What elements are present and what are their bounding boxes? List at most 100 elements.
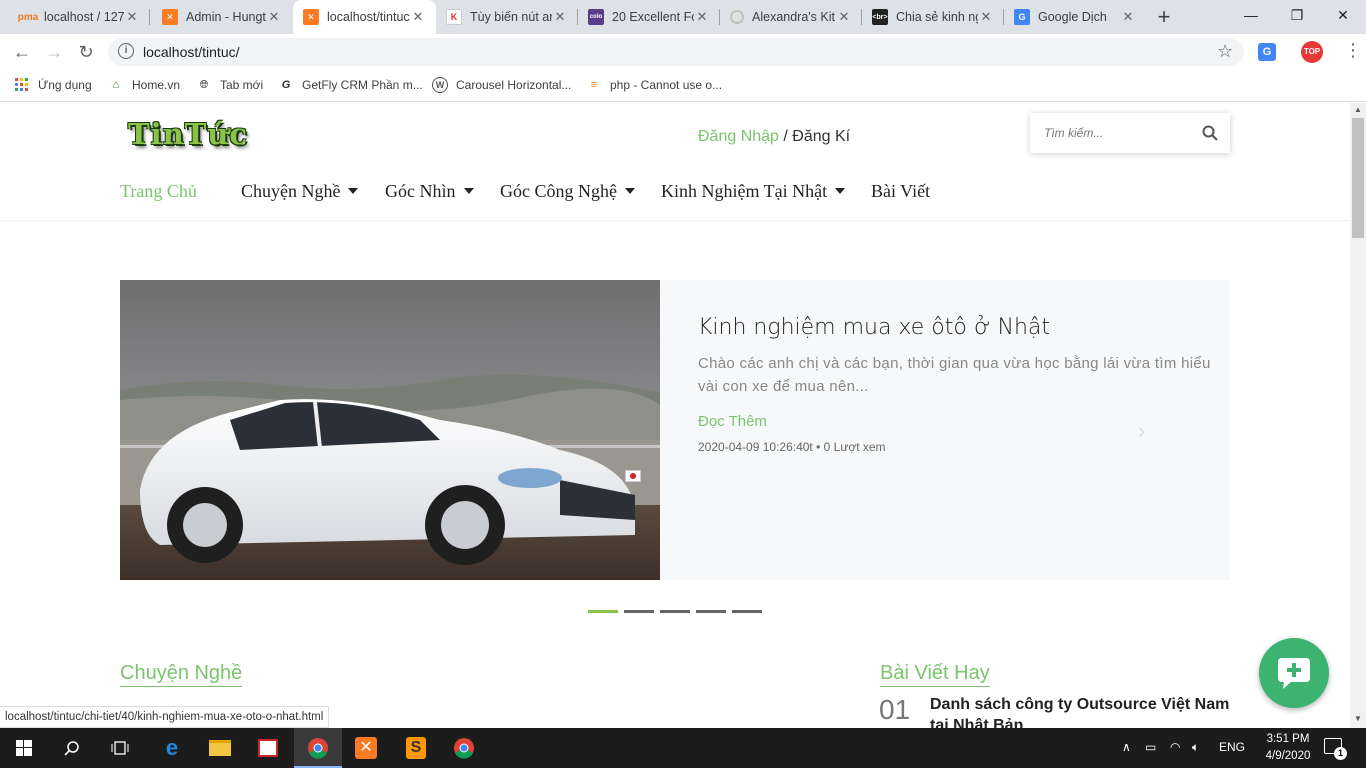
register-link[interactable]: Đăng Kí [792, 128, 850, 145]
taskbar-xampp[interactable]: ✕ [342, 728, 390, 768]
xampp-icon: ✕ [162, 9, 178, 25]
close-tab-icon[interactable]: ✕ [266, 9, 282, 25]
slide-title[interactable]: Kinh nghiệm mua xe ôtô ở Nhật [698, 315, 1050, 340]
login-link[interactable]: Đăng Nhập [698, 128, 779, 145]
taskbar-edge[interactable]: e [148, 728, 196, 768]
search-icon [64, 741, 79, 756]
nav-kinh-nghiem[interactable]: Kinh Nghiệm Tại Nhật [661, 181, 846, 202]
globe-icon: 🌐︎ [199, 78, 209, 91]
star-icon[interactable]: ☆ [1217, 41, 1233, 62]
section-title-chuyen-nghe[interactable]: Chuyện Nghề [120, 662, 243, 687]
notification-badge: 1 [1334, 747, 1347, 760]
show-hidden-icons-button[interactable]: ∧ [1122, 740, 1131, 754]
chat-button[interactable] [1259, 638, 1329, 708]
close-tab-icon[interactable]: ✕ [978, 9, 994, 25]
caret-down-icon [624, 188, 635, 194]
slider-next-icon[interactable]: › [1138, 418, 1145, 444]
bookmark-tab-moi[interactable]: 🌐︎ Tab mới [196, 76, 264, 94]
info-icon[interactable]: i [118, 43, 134, 59]
taskbar-chrome-active[interactable] [294, 728, 342, 768]
bookmark-red-icon: K [446, 9, 462, 25]
taskbar-search-button[interactable] [48, 728, 96, 768]
tab-phpmyadmin[interactable]: pma localhost / 127.0.0.1 ✕ [10, 0, 150, 34]
phpmyadmin-icon: pma [17, 11, 39, 23]
tab-20-excellent[interactable]: colo 20 Excellent Fo ✕ [578, 0, 720, 34]
close-tab-icon[interactable]: ✕ [836, 9, 852, 25]
google-translate-icon: G [1014, 9, 1030, 25]
scroll-down-icon[interactable]: ▼ [1354, 714, 1362, 723]
scroll-up-icon[interactable]: ▲ [1354, 105, 1362, 114]
url-text[interactable]: localhost/tintuc/ [143, 44, 240, 60]
slide-image[interactable] [120, 280, 660, 580]
caret-down-icon [835, 188, 846, 194]
address-bar[interactable] [108, 38, 1244, 66]
taskbar-snipping[interactable] [244, 728, 292, 768]
apps-grid-icon [14, 77, 30, 93]
slide-description: Chào các anh chị và các bạn, thời gian q… [698, 355, 1211, 395]
nav-chuyen-nghe[interactable]: Chuyện Nghề [241, 181, 359, 202]
nav-goc-cong-nghe[interactable]: Góc Công Nghệ [500, 181, 635, 202]
task-view-button[interactable] [96, 728, 144, 768]
section-title-bai-viet-hay[interactable]: Bài Viết Hay [880, 662, 990, 687]
bookmark-php[interactable]: ≡ php - Cannot use o... [586, 76, 722, 94]
caret-down-icon [463, 188, 474, 194]
bookmark-home-vn[interactable]: ⌂ Home.vn [108, 76, 180, 94]
xampp-icon: ✕ [355, 737, 377, 759]
read-more-link[interactable]: Đọc Thêm [698, 413, 767, 430]
taskbar-chrome[interactable] [440, 728, 488, 768]
scrollbar-thumb[interactable] [1352, 118, 1364, 238]
close-tab-icon[interactable]: ✕ [552, 9, 568, 25]
nav-home[interactable]: Trang Chủ [120, 181, 197, 202]
volume-icon[interactable]: 🔈︎ [1192, 740, 1199, 755]
taskbar-clock[interactable]: 3:51 PM 4/9/2020 [1253, 731, 1323, 765]
tab-chia-se[interactable]: <br> Chia sẻ kinh ng ✕ [862, 0, 1004, 34]
tab-admin[interactable]: ✕ Admin - Hungtiny ✕ [152, 0, 292, 34]
bookmark-getfly[interactable]: G GetFly CRM Phần m... [278, 76, 423, 94]
reload-button[interactable]: ↻ [74, 40, 98, 64]
back-button[interactable]: ← [10, 40, 34, 64]
tab-tuy-bien[interactable]: K Tùy biến nút and ✕ [436, 0, 578, 34]
getfly-icon: G [281, 79, 291, 91]
tab-tintuc[interactable]: ✕ localhost/tintuc/ ✕ [293, 0, 436, 34]
edge-icon: e [165, 735, 179, 760]
restore-button[interactable]: ❐ [1274, 0, 1320, 32]
search-input[interactable] [1044, 123, 1194, 143]
battery-icon[interactable]: ▭ [1145, 740, 1156, 754]
bookmark-carousel[interactable]: W Carousel Horizontal... [432, 76, 571, 94]
xampp-icon: ✕ [303, 9, 319, 25]
language-indicator[interactable]: ENG [1219, 740, 1245, 754]
bookmark-apps[interactable]: Ứng dụng [14, 76, 92, 94]
taskbar-sublime[interactable]: S [392, 728, 440, 768]
forward-button[interactable]: → [42, 40, 66, 64]
nav-bai-viet[interactable]: Bài Viết [871, 181, 930, 202]
minimize-button[interactable]: — [1228, 0, 1274, 32]
slider-dot[interactable] [588, 610, 618, 613]
close-window-button[interactable]: ✕ [1320, 0, 1366, 32]
menu-kebab-icon[interactable]: ⋮ [1344, 40, 1362, 61]
top-extension-icon[interactable]: TOP [1301, 41, 1323, 63]
close-tab-icon[interactable]: ✕ [124, 9, 140, 25]
close-tab-icon[interactable]: ✕ [410, 9, 426, 25]
chat-plus-icon [1278, 658, 1310, 689]
taskbar-file-explorer[interactable] [196, 728, 244, 768]
new-tab-button[interactable]: + [1150, 3, 1178, 31]
site-logo[interactable]: TinTức [128, 117, 248, 151]
start-button[interactable] [0, 728, 48, 768]
slider-dot[interactable] [696, 610, 726, 613]
slider-dot[interactable] [660, 610, 690, 613]
slider-dot[interactable] [732, 610, 762, 613]
search-icon[interactable] [1202, 125, 1218, 141]
file-explorer-icon [209, 740, 231, 756]
close-tab-icon[interactable]: ✕ [1120, 9, 1136, 25]
tab-google-dich[interactable]: G Google Dịch ✕ [1004, 0, 1146, 34]
wifi-icon[interactable]: ◠ [1170, 740, 1180, 754]
close-tab-icon[interactable]: ✕ [694, 9, 710, 25]
tab-alexandra[interactable]: Alexandra's Kit ✕ [720, 0, 862, 34]
snipping-icon [258, 739, 278, 757]
nav-goc-nhin[interactable]: Góc Nhìn [385, 181, 474, 202]
nav-divider [0, 220, 1350, 221]
google-translate-extension-icon[interactable]: G [1258, 43, 1276, 61]
colorlib-icon: colo [588, 9, 604, 25]
loading-icon [730, 10, 744, 24]
slider-dot[interactable] [624, 610, 654, 613]
